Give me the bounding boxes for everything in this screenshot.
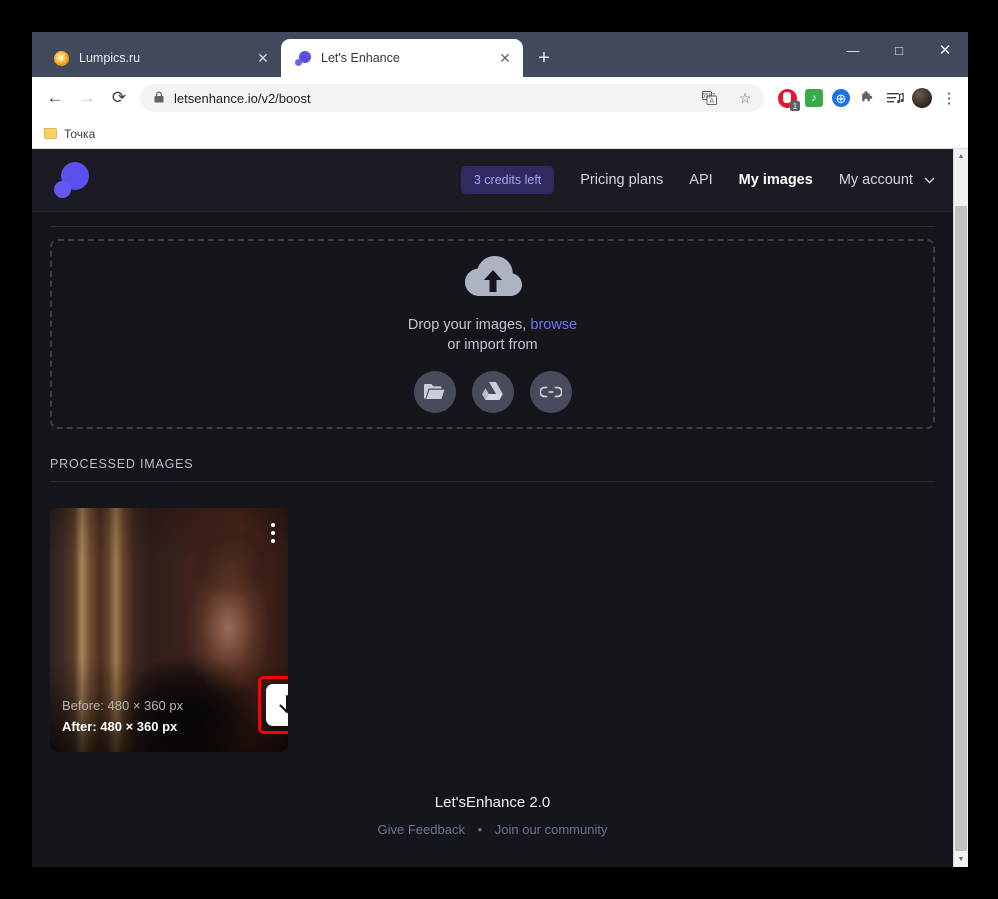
browser-tab-letsenhance[interactable]: Let's Enhance ✕	[281, 39, 523, 77]
address-bar[interactable]: letsenhance.io/v2/boost A\u6587 ☆	[140, 84, 764, 112]
nav-link-my-images[interactable]: My images	[739, 172, 813, 188]
letsenhance-logo[interactable]	[54, 162, 90, 198]
close-icon[interactable]: ✕	[495, 48, 515, 68]
adblock-extension-icon[interactable]: 1	[776, 87, 800, 111]
processed-images-title: PROCESSED IMAGES	[50, 457, 194, 471]
join-community-link[interactable]: Join our community	[495, 822, 608, 837]
translate-icon[interactable]: A\u6587	[696, 85, 722, 111]
chevron-down-icon	[924, 176, 935, 187]
nav-link-pricing-plans[interactable]: Pricing plans	[580, 172, 663, 188]
avatar[interactable]	[911, 87, 933, 109]
credits-badge[interactable]: 3 credits left	[460, 166, 555, 194]
link-icon[interactable]	[529, 370, 572, 413]
chrome-menu-icon[interactable]: ⋮	[938, 87, 960, 109]
reload-icon[interactable]: ⟳	[104, 83, 134, 113]
music-extension-icon[interactable]: ♪	[803, 87, 825, 109]
tab-title: Let's Enhance	[321, 51, 400, 65]
bookmark-label: Точка	[64, 126, 96, 141]
kebab-menu-icon[interactable]	[268, 520, 278, 546]
tab-title: Lumpics.ru	[79, 51, 141, 65]
close-icon[interactable]: ✕	[253, 48, 273, 68]
new-tab-button[interactable]: +	[529, 43, 559, 73]
dropzone-line-2: or import from	[447, 336, 538, 353]
puzzle-extension-icon[interactable]	[857, 87, 879, 109]
image-size-caption: Before: 480 × 360 px After: 480 × 360 px	[62, 696, 183, 738]
scroll-down-icon[interactable]: ▼	[954, 852, 968, 867]
nav-link-api[interactable]: API	[689, 172, 712, 188]
playlist-icon[interactable]	[884, 87, 906, 109]
url-text: letsenhance.io/v2/boost	[174, 90, 311, 106]
processed-images-list: Before: 480 × 360 px After: 480 × 360 px	[50, 482, 935, 752]
minimize-button[interactable]: —	[830, 32, 876, 68]
folder-icon[interactable]	[413, 370, 456, 413]
close-window-button[interactable]: ✕	[922, 32, 968, 68]
page-content: Drop your images, browse or import from	[32, 212, 953, 837]
google-drive-icon[interactable]	[471, 370, 514, 413]
page-scrollbar[interactable]: ▲ ▼	[953, 149, 968, 867]
give-feedback-link[interactable]: Give Feedback	[378, 822, 465, 837]
letsenhance-blob-icon	[295, 50, 311, 66]
download-highlight-box	[258, 676, 288, 734]
site-nav: 3 credits left Pricing plans API My imag…	[460, 166, 935, 194]
browser-toolbar: ← → ⟳ letsenhance.io/v2/boost A\u6587 ☆ …	[32, 77, 968, 119]
footer-title: Let'sEnhance 2.0	[434, 794, 551, 811]
download-arrow-icon	[279, 695, 288, 713]
browse-link[interactable]: browse	[530, 317, 577, 333]
dropzone-prefix: Drop your images,	[407, 316, 531, 333]
orange-circle-icon	[53, 50, 69, 66]
scrollbar-thumb[interactable]	[955, 206, 967, 851]
processed-image-card[interactable]: Before: 480 × 360 px After: 480 × 360 px	[50, 508, 288, 752]
forward-icon[interactable]: →	[72, 83, 102, 113]
dropzone-line-1: Drop your images, browse	[408, 317, 577, 333]
lock-icon	[154, 91, 164, 106]
extension-icons: 1 ♪ ⊕ ⋮	[772, 87, 960, 111]
header-divider	[50, 226, 935, 227]
site-header: 3 credits left Pricing plans API My imag…	[32, 149, 953, 212]
web-page: 3 credits left Pricing plans API My imag…	[32, 149, 953, 867]
cloud-upload-icon	[464, 255, 522, 303]
folder-icon	[44, 128, 57, 139]
window-controls: — □ ✕	[830, 32, 968, 68]
footer-links: Give Feedback • Join our community	[50, 822, 935, 837]
before-size-label: Before: 480 × 360 px	[62, 698, 184, 714]
globe-extension-icon[interactable]: ⊕	[830, 87, 852, 109]
page-viewport: 3 credits left Pricing plans API My imag…	[32, 149, 968, 867]
maximize-button[interactable]: □	[876, 32, 922, 68]
browser-tab-lumpics[interactable]: Lumpics.ru ✕	[39, 39, 281, 77]
scrollbar-track[interactable]	[954, 164, 968, 852]
browser-window: Lumpics.ru ✕ Let's Enhance ✕ + — □ ✕ ← →…	[32, 32, 968, 867]
download-button[interactable]	[266, 684, 288, 726]
footer-separator: •	[477, 822, 483, 837]
svg-text:\u6587: \u6587	[702, 93, 716, 99]
page-footer: Let'sEnhance 2.0 Give Feedback • Join ou…	[50, 794, 935, 837]
back-icon[interactable]: ←	[40, 83, 70, 113]
nav-link-my-account[interactable]: My account	[839, 172, 935, 188]
tab-strip: Lumpics.ru ✕ Let's Enhance ✕ + — □ ✕	[32, 32, 968, 77]
bookmarks-bar: Точка	[32, 119, 968, 149]
bookmark-star-icon[interactable]: ☆	[732, 85, 758, 111]
nav-link-label: My account	[838, 172, 913, 188]
extension-badge-count: 1	[790, 101, 800, 111]
import-sources	[413, 370, 572, 413]
after-size-label: After: 480 × 360 px	[62, 719, 178, 735]
upload-dropzone[interactable]: Drop your images, browse or import from	[50, 239, 935, 429]
bookmark-item[interactable]: Точка	[44, 127, 95, 141]
scroll-up-icon[interactable]: ▲	[954, 149, 968, 164]
